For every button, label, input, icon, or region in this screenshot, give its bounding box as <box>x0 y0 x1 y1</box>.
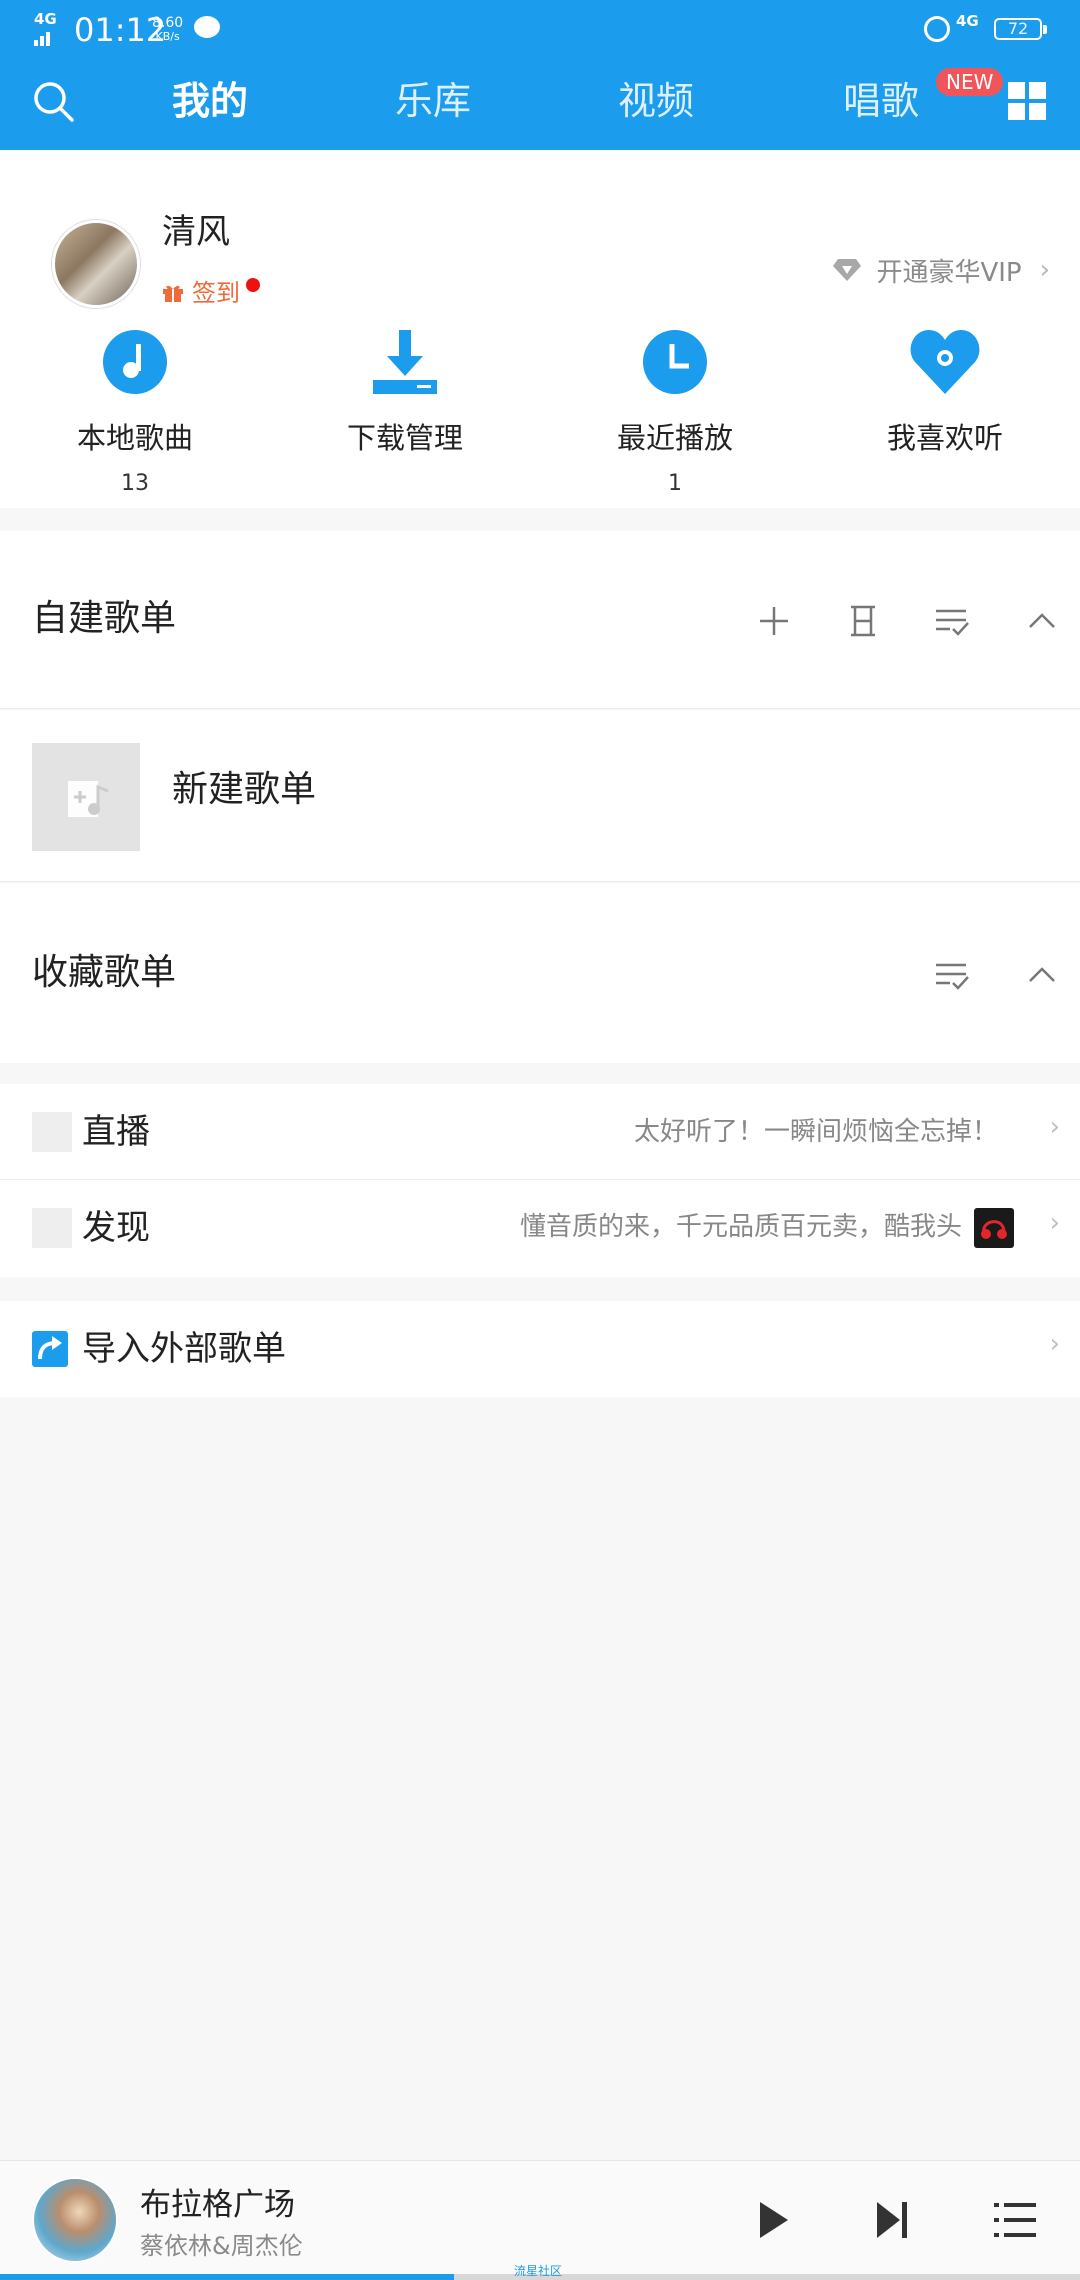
collected-playlists-section: 收藏歌单 <box>0 883 1080 1063</box>
quick-label: 我喜欢听 <box>886 421 1003 455</box>
progress-fill <box>0 2274 454 2280</box>
next-icon[interactable] <box>874 2199 910 2241</box>
clock-icon <box>643 330 707 394</box>
headphone-thumb <box>974 1208 1014 1248</box>
live-desc: 太好听了！一瞬间烦恼全忘掉！ <box>633 1117 998 1147</box>
live-title: 直播 <box>82 1112 150 1152</box>
discover-title: 发现 <box>82 1208 150 1248</box>
chevron-right-icon: › <box>1049 1112 1060 1142</box>
add-music-icon <box>68 781 109 817</box>
quick-label: 下载管理 <box>346 421 463 455</box>
import-icon <box>32 1331 68 1367</box>
new-playlist-thumb <box>32 743 140 851</box>
download-icon <box>373 330 437 394</box>
quick-count: 1 <box>668 471 682 496</box>
divider <box>0 708 1080 709</box>
status-bar: 4G 01:12 8.60 KB/s 4G 72 <box>0 0 1080 58</box>
song-artist: 蔡依林&周杰伦 <box>140 2232 303 2260</box>
discover-icon <box>32 1208 72 1248</box>
tab-mine[interactable]: 我的 <box>172 78 248 124</box>
notification-dot <box>246 278 260 292</box>
avatar[interactable] <box>52 220 140 308</box>
grid-menu-icon[interactable] <box>1008 82 1046 120</box>
new-badge: NEW <box>936 68 1004 96</box>
vip-link[interactable]: 开通豪华VIP › <box>832 250 1050 290</box>
tab-library[interactable]: 乐库 <box>395 78 471 124</box>
new-playlist-row[interactable]: 新建歌单 <box>0 710 1080 882</box>
search-icon[interactable] <box>32 80 76 124</box>
top-nav: 我的 乐库 视频 唱歌 NEW <box>0 58 1080 150</box>
headphone-icon <box>981 1220 1007 1239</box>
import-row[interactable]: 导入外部歌单 › <box>0 1301 1080 1397</box>
speed-value: 8.60 <box>152 15 184 31</box>
vip-label: 开通豪华VIP <box>876 257 1022 288</box>
song-title: 布拉格广场 <box>140 2187 295 2223</box>
live-icon <box>32 1112 72 1152</box>
music-note-icon <box>103 330 167 394</box>
tab-video[interactable]: 视频 <box>618 78 694 124</box>
discover-desc: 懂音质的来，千元品质百元卖，酷我头 <box>519 1212 962 1242</box>
import-title: 导入外部歌单 <box>82 1329 286 1369</box>
manage-list-icon[interactable] <box>932 601 972 641</box>
add-icon[interactable] <box>754 601 794 641</box>
album-cover[interactable] <box>32 2177 118 2263</box>
network-indicator: 4G <box>34 10 57 28</box>
username[interactable]: 清风 <box>162 210 230 254</box>
quick-favorites[interactable]: 我喜欢听 <box>845 326 1045 470</box>
profile-card: 清风 签到 开通豪华VIP › 本地歌曲 13 下载管理 最近播放 1 我喜欢听 <box>0 150 1080 508</box>
network-speed: 8.60 KB/s <box>152 16 183 44</box>
chevron-right-icon: › <box>1039 255 1050 285</box>
divider <box>0 881 1080 882</box>
chevron-up-icon[interactable] <box>1022 955 1062 995</box>
import-list-icon[interactable] <box>843 601 883 641</box>
quick-label: 本地歌曲 <box>76 421 193 455</box>
diamond-icon <box>833 259 862 281</box>
message-icon <box>194 16 220 38</box>
new-playlist-label: 新建歌单 <box>172 769 317 810</box>
gift-icon <box>163 285 183 302</box>
watermark: 流星社区 <box>514 2264 563 2278</box>
quick-local-songs[interactable]: 本地歌曲 13 <box>35 326 235 498</box>
live-row[interactable]: 直播 太好听了！一瞬间烦恼全忘掉！ › <box>0 1084 1080 1180</box>
quick-downloads[interactable]: 下载管理 <box>305 326 505 470</box>
signin-button[interactable]: 签到 <box>192 278 240 308</box>
battery-icon: 72 <box>994 18 1047 40</box>
signal-icon <box>34 32 50 46</box>
discover-row[interactable]: 发现 懂音质的来，千元品质百元卖，酷我头 › <box>0 1180 1080 1277</box>
quick-label: 最近播放 <box>616 421 733 455</box>
heart-icon <box>910 330 980 394</box>
quick-recent[interactable]: 最近播放 1 <box>575 326 775 498</box>
mini-player[interactable]: 布拉格广场 蔡依林&周杰伦 <box>0 2160 1080 2280</box>
self-playlists-section: 自建歌单 <box>0 531 1080 709</box>
section-title: 收藏歌单 <box>32 952 177 993</box>
tab-sing[interactable]: 唱歌 <box>843 78 919 124</box>
chevron-right-icon: › <box>1049 1329 1060 1359</box>
speed-unit: KB/s <box>155 30 180 43</box>
section-title: 自建歌单 <box>32 598 177 639</box>
playlist-icon[interactable] <box>994 2201 1036 2239</box>
network-indicator-right: 4G <box>956 12 979 30</box>
chevron-right-icon: › <box>1049 1208 1060 1238</box>
chevron-up-icon[interactable] <box>1022 601 1062 641</box>
manage-list-icon[interactable] <box>932 955 972 995</box>
play-icon[interactable] <box>756 2199 792 2241</box>
app-header: 4G 01:12 8.60 KB/s 4G 72 我的 乐库 视频 唱歌 NEW <box>0 0 1080 150</box>
alarm-icon <box>924 16 950 42</box>
quick-count: 13 <box>121 471 149 496</box>
